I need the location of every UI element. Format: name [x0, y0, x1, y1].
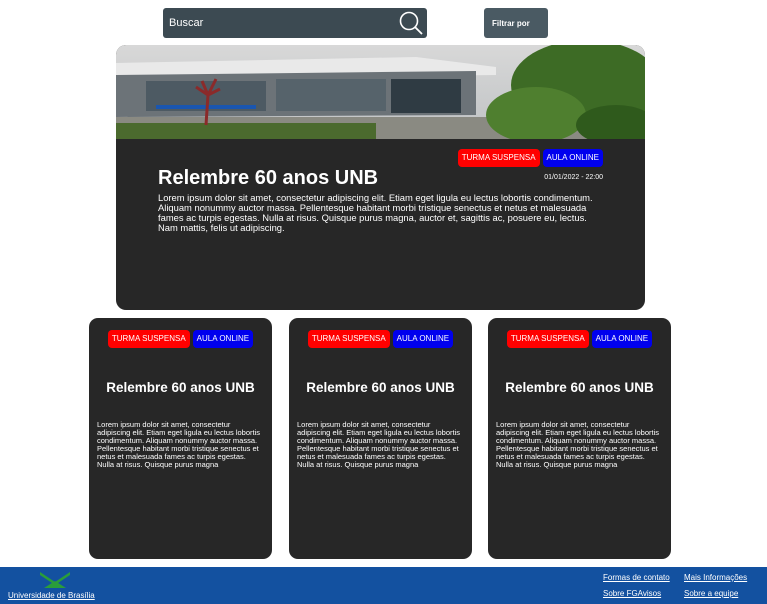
page: Filtrar por TURMA SUSPENSA: [0, 0, 767, 604]
badge-turma-suspensa[interactable]: TURMA SUSPENSA: [457, 149, 540, 167]
footer-link-sobre-fgavisos[interactable]: Sobre FGAvisos: [603, 589, 661, 598]
hero-date: 01/01/2022 - 22:00: [544, 174, 603, 181]
hero-badges: TURMA SUSPENSA AULA ONLINE: [457, 149, 603, 167]
card-title: Relembre 60 anos UNB: [505, 380, 654, 395]
badge-aula-online[interactable]: AULA ONLINE: [591, 330, 653, 348]
card-body: Lorem ipsum dolor sit amet, consectetur …: [97, 420, 261, 469]
card-title: Relembre 60 anos UNB: [106, 380, 255, 395]
footer-link-sobre-a-equipe[interactable]: Sobre a equipe: [684, 589, 738, 598]
footer: Universidade de Brasília Formas de conta…: [0, 567, 767, 604]
card-body: Lorem ipsum dolor sit amet, consectetur …: [297, 420, 461, 469]
badge-aula-online[interactable]: AULA ONLINE: [192, 330, 254, 348]
hero-title: Relembre 60 anos UNB: [158, 167, 379, 189]
news-card[interactable]: TURMA SUSPENSA AULA ONLINE Relembre 60 a…: [488, 318, 671, 559]
badge-aula-online[interactable]: AULA ONLINE: [542, 149, 603, 167]
search-icon[interactable]: [398, 10, 424, 36]
badge-turma-suspensa[interactable]: TURMA SUSPENSA: [506, 330, 589, 348]
footer-brand-link[interactable]: Universidade de Brasília: [8, 591, 95, 600]
news-card[interactable]: TURMA SUSPENSA AULA ONLINE Relembre 60 a…: [89, 318, 272, 559]
card-title: Relembre 60 anos UNB: [306, 380, 455, 395]
card-badges: TURMA SUSPENSA AULA ONLINE: [89, 330, 272, 348]
news-card[interactable]: TURMA SUSPENSA AULA ONLINE Relembre 60 a…: [289, 318, 472, 559]
unb-logo: [40, 572, 70, 588]
filter-button[interactable]: Filtrar por: [484, 8, 548, 38]
card-body: Lorem ipsum dolor sit amet, consectetur …: [496, 420, 660, 469]
search-input[interactable]: [163, 8, 388, 38]
search-bar: [163, 8, 427, 38]
hero-card[interactable]: TURMA SUSPENSA AULA ONLINE 01/01/2022 - …: [116, 45, 645, 310]
badge-turma-suspensa[interactable]: TURMA SUSPENSA: [107, 330, 190, 348]
card-badges: TURMA SUSPENSA AULA ONLINE: [289, 330, 472, 348]
campus-photo: [116, 45, 645, 139]
card-badges: TURMA SUSPENSA AULA ONLINE: [488, 330, 671, 348]
hero-body: Lorem ipsum dolor sit amet, consectetur …: [158, 192, 593, 233]
badge-aula-online[interactable]: AULA ONLINE: [392, 330, 454, 348]
footer-link-formas-de-contato[interactable]: Formas de contato: [603, 573, 670, 582]
footer-link-mais-informacoes[interactable]: Mais Informações: [684, 573, 747, 582]
badge-turma-suspensa[interactable]: TURMA SUSPENSA: [307, 330, 390, 348]
